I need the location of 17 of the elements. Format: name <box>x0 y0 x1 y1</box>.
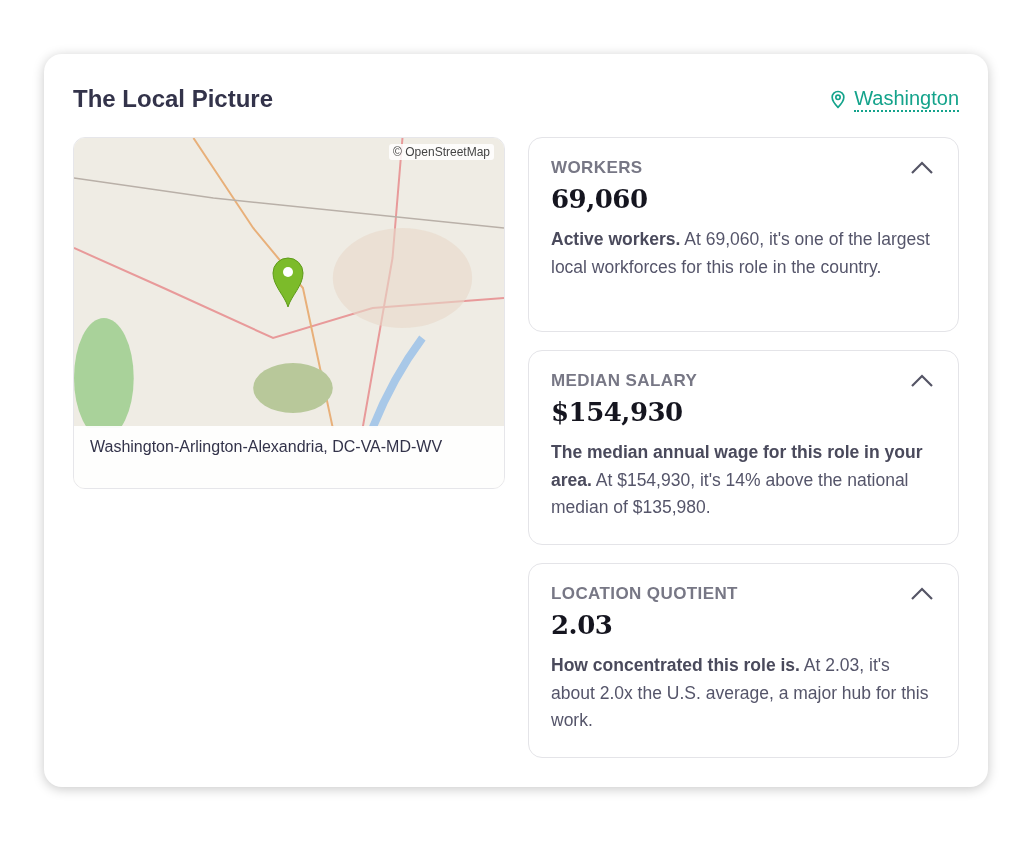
chevron-icon <box>910 374 934 388</box>
chevron-icon <box>910 587 934 601</box>
map-pin-icon <box>271 256 305 308</box>
stat-value: $154,930 <box>551 397 684 427</box>
stat-label: WORKERS <box>551 158 643 178</box>
stat-label: LOCATION QUOTIENT <box>551 584 738 604</box>
stat-value: 2.03 <box>551 610 614 640</box>
stat-label: MEDIAN SALARY <box>551 371 698 391</box>
chevron-icon <box>910 161 934 175</box>
stat-value: 69,060 <box>551 184 649 214</box>
section-title: The Local Picture <box>73 85 274 113</box>
stat-description: How concentrated this role is. At 2.03, it's about 2.0x the U.S. average, a major hub for this work. <box>551 654 930 732</box>
map-attribution: © OpenStreetMap <box>389 144 494 160</box>
stat-description: Active workers. At 69,060, it's one of the largest local workforces for this role in the country. <box>551 228 931 279</box>
location-link[interactable]: Washington <box>828 86 959 112</box>
stat-description: The median annual wage for this role in your area. At $154,930, it's 14% above the national median of $135,980. <box>551 441 924 519</box>
map-caption: Washington-Arlington-Alexandria, DC-VA-MD-WV <box>74 426 504 488</box>
